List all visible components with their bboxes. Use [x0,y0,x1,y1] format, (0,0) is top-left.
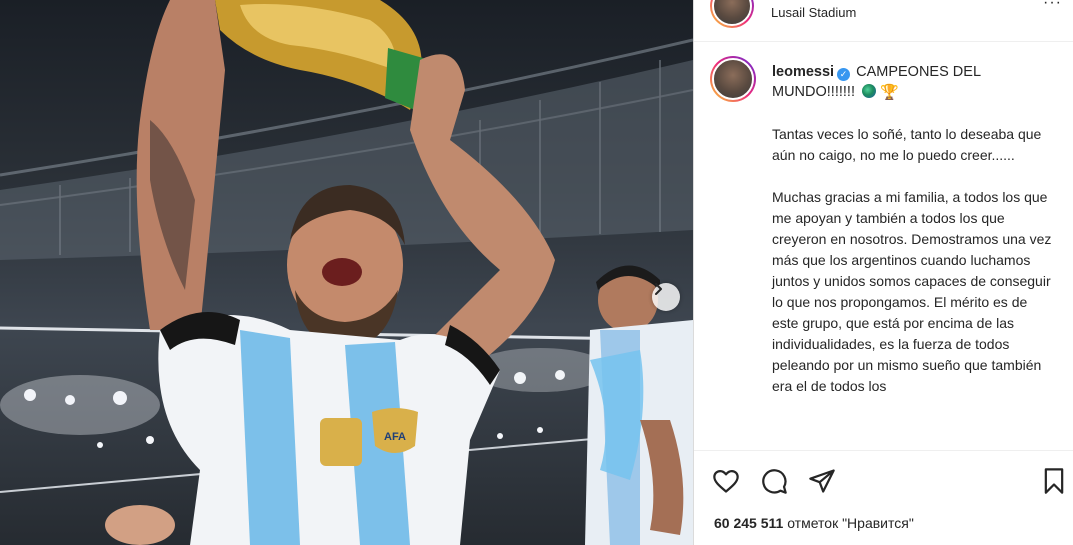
save-button[interactable] [1040,467,1068,495]
post-side-panel: Lusail Stadium ··· leomessi ✓ CAMPEONES D… [693,0,1073,545]
comment-button[interactable] [760,467,788,495]
globe-emoji-icon [862,84,877,98]
verified-badge-icon: ✓ [837,68,851,81]
post-actions-bar: 60 245 511 отметок "Нравится" [694,450,1073,545]
likes-number: 60 245 511 [714,515,784,531]
caption-header: leomessi ✓ CAMPEONES DEL MUNDO!!!!!!! 🏆 [772,62,1052,103]
world-champion-badge [320,418,362,466]
username-link[interactable]: leomessi [772,64,834,80]
caption-paragraph: Tantas veces lo soñé, tanto lo deseaba q… [772,126,1042,163]
bookmark-icon [1044,468,1064,494]
chevron-right-icon [655,283,662,295]
comment-icon [762,469,787,494]
like-button[interactable] [712,467,740,495]
heart-icon [713,469,739,493]
caption-body: Tantas veces lo soñé, tanto lo deseaba q… [772,124,1057,418]
background-player [585,265,693,545]
post-photo: AFA [0,0,693,545]
likes-count[interactable]: 60 245 511 отметок "Нравится" [714,515,914,531]
post-media[interactable]: AFA [0,0,693,545]
svg-text:AFA: AFA [384,431,406,443]
caption-avatar[interactable] [710,56,756,102]
likes-label: отметок "Нравится" [787,515,914,531]
main-player: AFA [136,0,555,545]
header-avatar[interactable] [710,0,754,28]
more-options-icon[interactable]: ··· [1043,0,1062,12]
trophy-emoji-icon: 🏆 [880,84,899,101]
caption-paragraph: Muchas gracias a mi familia, a todos los… [772,189,1052,394]
location-link[interactable]: Lusail Stadium [771,5,856,20]
share-icon [809,469,835,493]
share-button[interactable] [808,467,836,495]
next-slide-button[interactable] [652,283,680,311]
post-header: Lusail Stadium ··· [694,0,1073,42]
